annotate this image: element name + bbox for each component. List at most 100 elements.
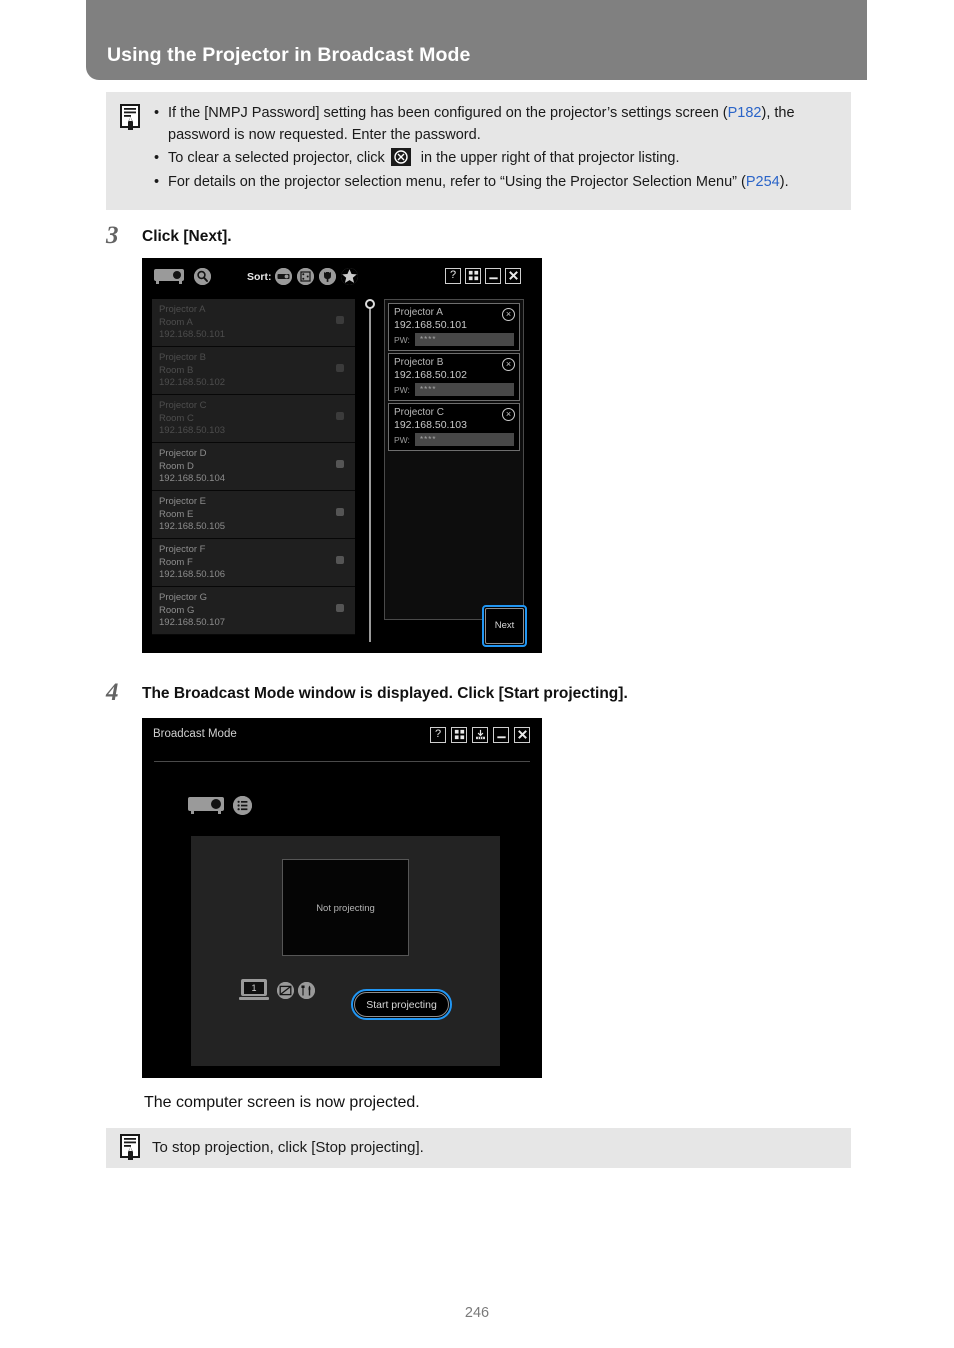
minimize-button[interactable] bbox=[485, 268, 501, 284]
step-number: 3 bbox=[106, 222, 119, 249]
projection-preview: Not projecting bbox=[282, 859, 409, 956]
list-item[interactable]: Projector F Room F 192.168.50.106 bbox=[152, 539, 355, 587]
no-display-icon[interactable] bbox=[277, 982, 294, 999]
grid-layout-button[interactable] bbox=[465, 268, 481, 284]
projector-room: Room B bbox=[159, 364, 194, 376]
projector-ip: 192.168.50.101 bbox=[159, 329, 226, 340]
clear-selection-icon[interactable]: × bbox=[502, 408, 515, 421]
list-menu-icon[interactable] bbox=[233, 796, 252, 815]
step-4: 4 The Broadcast Mode window is displayed… bbox=[106, 679, 866, 709]
help-glyph: ? bbox=[434, 728, 442, 740]
grid-layout-button[interactable] bbox=[451, 727, 467, 743]
scrollbar-handle[interactable] bbox=[365, 299, 375, 309]
projector-icon[interactable] bbox=[188, 797, 224, 815]
password-row: PW: **** bbox=[394, 333, 514, 347]
password-input[interactable]: **** bbox=[415, 383, 514, 396]
projector-name: Projector E bbox=[159, 496, 206, 507]
projector-name: Projector C bbox=[159, 400, 207, 411]
step-3: 3 Click [Next]. bbox=[106, 222, 806, 252]
status-dot-icon bbox=[336, 316, 344, 324]
selected-projector-card[interactable]: Projector A 192.168.50.101 PW: **** × bbox=[388, 303, 520, 351]
minimize-icon bbox=[488, 277, 498, 280]
save-icon bbox=[475, 729, 485, 740]
note-text-part2: in the upper right of that projector lis… bbox=[420, 150, 680, 166]
note-item: • To clear a selected projector, click in… bbox=[152, 148, 844, 170]
grid-icon bbox=[468, 270, 478, 281]
selected-projector-card[interactable]: Projector C 192.168.50.103 PW: **** × bbox=[388, 403, 520, 451]
password-input[interactable]: **** bbox=[415, 333, 514, 346]
selected-projector-name: Projector C bbox=[394, 407, 445, 418]
start-projecting-button[interactable]: Start projecting bbox=[351, 989, 452, 1020]
sort-by-projector-icon[interactable] bbox=[275, 268, 292, 285]
save-download-button[interactable] bbox=[472, 727, 488, 743]
sort-by-grid-icon[interactable] bbox=[297, 268, 314, 285]
list-item[interactable]: Projector D Room D 192.168.50.104 bbox=[152, 443, 355, 491]
note-item: • If the [NMPJ Password] setting has been… bbox=[152, 103, 844, 146]
projection-status-text: Not projecting bbox=[316, 903, 375, 914]
clear-selection-icon[interactable]: × bbox=[502, 308, 515, 321]
note-text-part1: If the [NMPJ Password] setting has been … bbox=[168, 105, 728, 121]
projector-name: Projector D bbox=[159, 448, 207, 459]
result-text: The computer screen is now projected. bbox=[144, 1094, 420, 1111]
next-button[interactable]: Next bbox=[482, 605, 527, 647]
list-item[interactable]: Projector G Room G 192.168.50.107 bbox=[152, 587, 355, 635]
list-item[interactable]: Projector B Room B 192.168.50.102 bbox=[152, 347, 355, 395]
list-scrollbar[interactable] bbox=[364, 299, 376, 642]
projector-ip: 192.168.50.105 bbox=[159, 521, 226, 532]
help-button[interactable]: ? bbox=[430, 727, 446, 743]
inline-clear-icon bbox=[385, 148, 421, 166]
note-text-part2: ). bbox=[779, 173, 789, 190]
sort-label: Sort: bbox=[247, 271, 272, 283]
note-text-part1: To clear a selected projector, click bbox=[168, 150, 385, 166]
minimize-icon bbox=[496, 736, 506, 739]
page-title: Using the Projector in Broadcast Mode bbox=[107, 44, 471, 66]
password-row: PW: **** bbox=[394, 433, 514, 447]
step-instruction: Click [Next]. bbox=[142, 228, 232, 245]
projector-ip: 192.168.50.102 bbox=[159, 377, 226, 388]
projector-room: Room G bbox=[159, 604, 195, 616]
projector-list[interactable]: Projector A Room A 192.168.50.101 Projec… bbox=[152, 299, 355, 642]
note-document-pen-icon bbox=[119, 104, 143, 132]
page-reference-link[interactable]: P254 bbox=[746, 174, 780, 190]
note-text-part1: For details on the projector selection m… bbox=[168, 173, 746, 190]
password-input[interactable]: **** bbox=[415, 433, 514, 446]
tools-settings-icon[interactable] bbox=[298, 982, 315, 999]
sort-by-power-icon[interactable] bbox=[319, 268, 336, 285]
password-label: PW: bbox=[394, 435, 410, 445]
status-dot-icon bbox=[336, 508, 344, 516]
selected-projector-ip: 192.168.50.101 bbox=[394, 319, 467, 331]
step-number: 4 bbox=[106, 679, 119, 706]
projector-ip: 192.168.50.107 bbox=[159, 617, 226, 628]
window-title: Broadcast Mode bbox=[153, 728, 237, 740]
broadcast-mode-window: Broadcast Mode ? Not projecting 1 bbox=[142, 718, 542, 1078]
note-document-pen-icon bbox=[119, 1134, 143, 1162]
clear-selection-icon[interactable]: × bbox=[502, 358, 515, 371]
list-item[interactable]: Projector E Room E 192.168.50.105 bbox=[152, 491, 355, 539]
projector-ip: 192.168.50.106 bbox=[159, 569, 226, 580]
password-label: PW: bbox=[394, 335, 410, 345]
help-button[interactable]: ? bbox=[445, 268, 461, 284]
list-item[interactable]: Projector A Room A 192.168.50.101 bbox=[152, 299, 355, 347]
search-icon[interactable] bbox=[194, 268, 211, 285]
projector-ip: 192.168.50.103 bbox=[159, 425, 226, 436]
laptop-number-label: 1 bbox=[244, 981, 264, 994]
projector-icon[interactable] bbox=[154, 269, 184, 284]
note-item: • For details on the projector selection … bbox=[152, 172, 844, 194]
close-icon bbox=[517, 730, 527, 739]
projector-name: Projector F bbox=[159, 544, 206, 555]
scrollbar-track bbox=[369, 307, 371, 642]
sort-by-favorite-icon[interactable] bbox=[341, 268, 358, 285]
password-row: PW: **** bbox=[394, 383, 514, 397]
selected-projector-ip: 192.168.50.103 bbox=[394, 419, 467, 431]
selected-projector-card[interactable]: Projector B 192.168.50.102 PW: **** × bbox=[388, 353, 520, 401]
laptop-source-icon[interactable]: 1 bbox=[239, 979, 269, 1001]
next-button-inner-border bbox=[485, 608, 524, 644]
bullet-glyph: • bbox=[154, 150, 160, 166]
list-item[interactable]: Projector C Room C 192.168.50.103 bbox=[152, 395, 355, 443]
minimize-button[interactable] bbox=[493, 727, 509, 743]
page-reference-link[interactable]: P182 bbox=[728, 105, 762, 121]
broadcast-stage: Not projecting 1 bbox=[191, 836, 500, 1066]
close-button[interactable] bbox=[514, 727, 530, 743]
note-top-list: • If the [NMPJ Password] setting has been… bbox=[152, 103, 844, 194]
close-button[interactable] bbox=[505, 268, 521, 284]
